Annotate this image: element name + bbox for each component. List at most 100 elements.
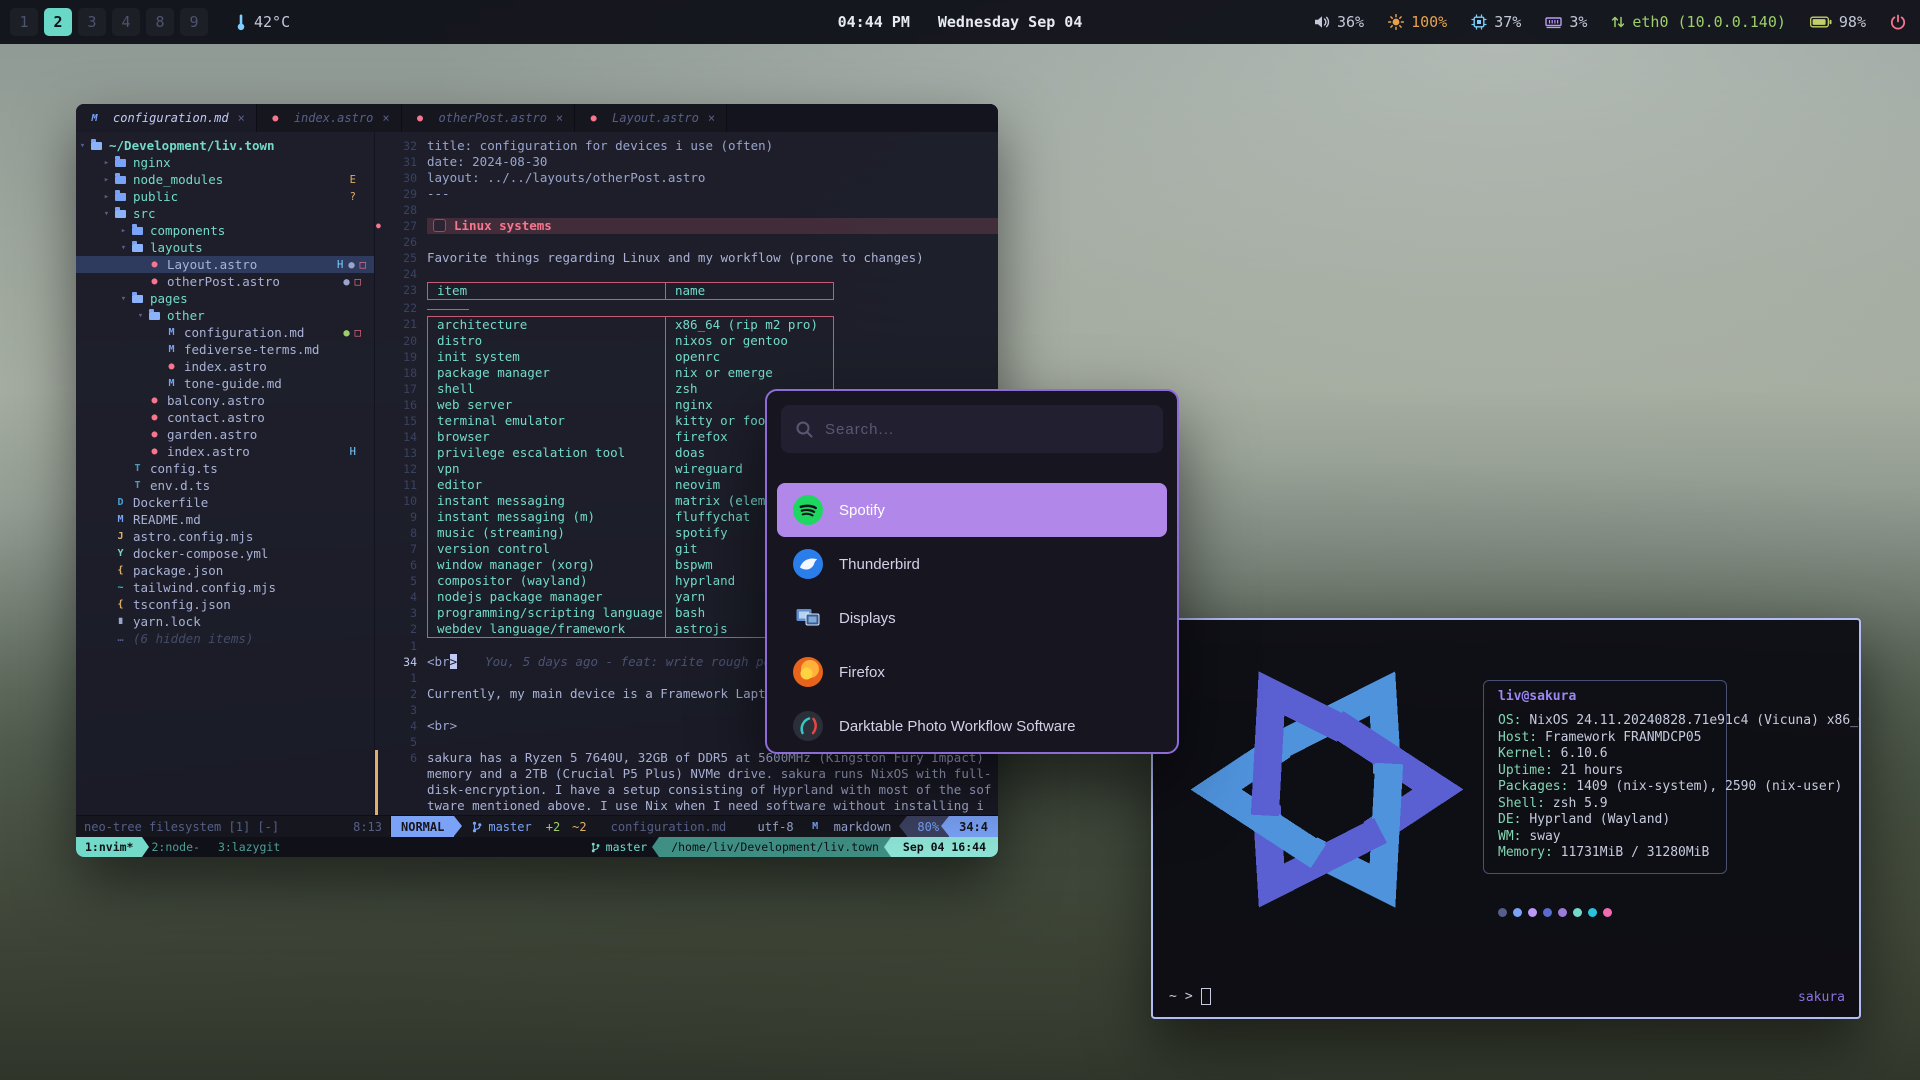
temperature-module: 42°C [236,13,290,31]
close-icon[interactable]: × [238,111,245,125]
tree-root[interactable]: ▾ ~/Development/liv.town [76,137,374,154]
tree-item[interactable]: astro.config.mjs [76,528,374,545]
palette-dot [1603,908,1612,917]
markdown-icon [808,820,823,833]
tmux-window[interactable]: 3:lazygit [209,837,289,857]
tree-item[interactable]: ▾ pages [76,290,374,307]
tmux-window[interactable]: 2:node- [142,837,208,857]
file-icon [147,258,162,271]
gutter-sign [375,509,385,525]
workspace-button[interactable]: 3 [78,8,106,36]
gutter-sign [375,750,385,815]
line-number: 32 [385,138,427,154]
buffer-tab[interactable]: Layout.astro × [575,104,727,132]
tree-item[interactable]: ▸ nginx [76,154,374,171]
chevron-icon: ▾ [117,294,130,304]
spotify-icon [793,495,823,525]
tree-item[interactable]: tone-guide.md [76,375,374,392]
tree-item[interactable]: tsconfig.json [76,596,374,613]
line-number: 24 [385,266,427,282]
tree-item[interactable]: ▾ src [76,205,374,222]
power-module[interactable] [1890,14,1906,30]
tree-item[interactable]: config.ts [76,460,374,477]
launcher-search[interactable] [781,405,1163,453]
text-cursor: > [450,654,458,669]
close-icon[interactable]: × [382,111,389,125]
tree-item[interactable]: ▾ other [76,307,374,324]
launcher-item-thunderbird[interactable]: Thunderbird [777,537,1167,591]
launcher-item-darktable[interactable]: Darktable Photo Workflow Software [777,699,1167,753]
fetch-info-line: Uptime: 21 hours [1498,763,1861,780]
palette-dot [1543,908,1552,917]
tree-item[interactable]: docker-compose.yml [76,545,374,562]
workspace-switcher: 1 2 3 4 8 9 [10,8,208,36]
tree-item-label: tone-guide.md [184,376,282,391]
buffer-tab[interactable]: index.astro × [257,104,402,132]
table-row: architecture x86_64 (rip m2 pro) [427,316,834,333]
tree-item[interactable]: (6 hidden items) [76,630,374,647]
fetch-info-line: OS: NixOS 24.11.20240828.71e91c4 (Vicuna… [1498,713,1861,730]
tree-item[interactable]: Dockerfile [76,494,374,511]
buffer-tab[interactable]: otherPost.astro × [402,104,576,132]
tree-item[interactable]: ▸ public ? [76,188,374,205]
palette-dot [1558,908,1567,917]
chevron-down-icon: ▾ [76,141,89,151]
tmux-window[interactable]: 1:nvim* [76,837,142,857]
tree-item[interactable]: ▾ layouts [76,239,374,256]
editor-line: 31 date: 2024-08-30 [375,154,998,170]
tree-item[interactable]: index.astro H [76,443,374,460]
gutter-sign [375,138,385,154]
search-input[interactable] [823,420,1149,439]
tree-item[interactable]: fediverse-terms.md [76,341,374,358]
tree-item-label: astro.config.mjs [133,529,253,544]
line-number: 1 [385,638,427,654]
tree-item[interactable]: ▸ components [76,222,374,239]
line-number: 22 [385,300,427,316]
line-number: 21 [385,316,427,333]
fetch-info-line: Shell: zsh 5.9 [1498,796,1861,813]
tree-item[interactable]: package.json [76,562,374,579]
workspace-button[interactable]: 2 [44,8,72,36]
workspace-button[interactable]: 4 [112,8,140,36]
tree-item[interactable]: env.d.ts [76,477,374,494]
shell-prompt[interactable]: ~ > [1169,988,1211,1005]
terminal-window[interactable]: liv@sakura OS: NixOS 24.11.20240828.71e9… [1151,618,1861,1019]
tree-item[interactable]: ▸ node_modules E [76,171,374,188]
workspace-button[interactable]: 1 [10,8,38,36]
tree-item[interactable]: README.md [76,511,374,528]
mode-indicator: NORMAL [391,816,454,837]
tree-item[interactable]: index.astro [76,358,374,375]
buffer-tab[interactable]: configuration.md × [76,104,257,132]
fetch-label: DE: [1498,812,1521,827]
line-number: 5 [385,734,427,750]
table-cell-item: architecture [427,316,665,333]
tree-item[interactable]: otherPost.astro ● □ [76,273,374,290]
tree-item[interactable]: yarn.lock [76,613,374,630]
tree-item[interactable]: balcony.astro [76,392,374,409]
tree-item-badges: ● □ [343,327,366,339]
chevron-icon: ▸ [100,158,113,168]
launcher-item-displays[interactable]: Displays [777,591,1167,645]
tree-item[interactable]: configuration.md ● □ [76,324,374,341]
tree-item-label: index.astro [167,444,250,459]
fetch-value-text: 6.10.6 [1561,746,1608,761]
tree-item[interactable]: contact.astro [76,409,374,426]
tmux-window-label: 3:lazygit [218,840,280,854]
workspace-button[interactable]: 8 [146,8,174,36]
gutter-sign [375,686,385,702]
gutter-sign [375,525,385,541]
line-number: 8 [385,525,427,541]
gutter-sign [375,186,385,202]
launcher-item-firefox[interactable]: Firefox [777,645,1167,699]
tree-item[interactable]: Layout.astro H ● □ [76,256,374,273]
close-icon[interactable]: × [708,111,715,125]
tree-item[interactable]: garden.astro [76,426,374,443]
tree-item[interactable]: tailwind.config.mjs [76,579,374,596]
darktable-icon [793,711,823,741]
launcher-item-spotify[interactable]: Spotify [777,483,1167,537]
line-number: 6 [385,750,427,815]
close-icon[interactable]: × [556,111,563,125]
line-number: 31 [385,154,427,170]
launcher-results: Spotify Thunderbird Displays [767,483,1177,753]
workspace-button[interactable]: 9 [180,8,208,36]
